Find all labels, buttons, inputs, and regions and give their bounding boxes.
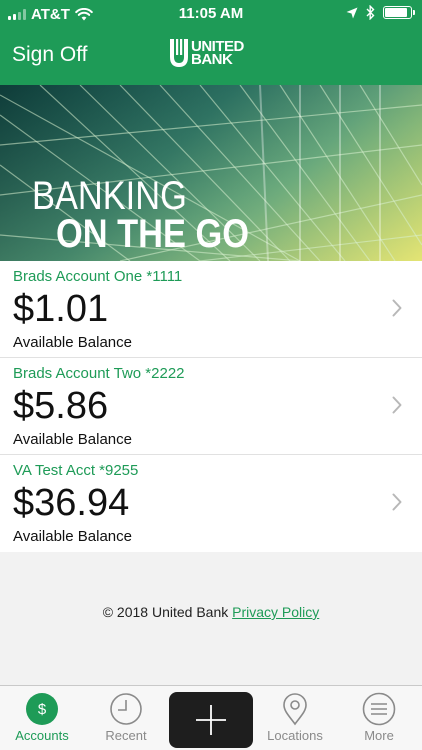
clock-icon: [110, 693, 142, 725]
account-row[interactable]: Brads Account Two *2222 $5.86 Available …: [0, 358, 422, 455]
account-name: Brads Account One *1111: [13, 268, 183, 285]
brand-wordmark: UNITED BANK: [191, 39, 244, 67]
tab-label: Recent: [105, 728, 147, 743]
account-row[interactable]: Brads Account One *1111 $1.01 Available …: [0, 261, 422, 358]
account-balance: $36.94: [13, 482, 130, 524]
chevron-right-icon: [392, 396, 402, 414]
navigation-bar: Sign Off UNITED BANK: [0, 30, 422, 85]
account-row[interactable]: VA Test Acct *9255 $36.94 Available Bala…: [0, 455, 422, 552]
dollar-coin-icon: $: [26, 693, 58, 725]
balance-label: Available Balance: [13, 431, 132, 448]
tab-more[interactable]: More: [337, 686, 421, 750]
hero-title: BANKING ON THE GO: [32, 174, 280, 256]
tab-accounts[interactable]: $ Accounts: [0, 686, 84, 750]
united-bank-logo: UNITED BANK: [170, 39, 244, 67]
hero-title-line-1: BANKING: [32, 174, 187, 218]
footer: © 2018 United Bank Privacy Policy: [0, 604, 422, 620]
menu-icon: [362, 692, 396, 726]
tab-recent[interactable]: Recent: [84, 686, 168, 750]
account-balance: $5.86: [13, 385, 109, 427]
status-right: [346, 5, 415, 20]
bluetooth-icon: [366, 5, 375, 20]
sign-off-button[interactable]: Sign Off: [12, 43, 88, 67]
united-bank-logo-mark: [170, 39, 188, 67]
add-button[interactable]: [169, 692, 253, 748]
status-bar: AT&T 11:05 AM: [0, 0, 422, 30]
svg-text:$: $: [38, 701, 47, 718]
chevron-right-icon: [392, 299, 402, 317]
tab-locations[interactable]: Locations: [253, 686, 337, 750]
tab-label: Locations: [267, 728, 323, 743]
location-pin-icon: [283, 693, 307, 726]
account-balance: $1.01: [13, 288, 109, 330]
tab-label: Accounts: [15, 728, 69, 743]
balance-label: Available Balance: [13, 528, 132, 545]
hero-title-line-2: ON THE GO: [56, 212, 250, 256]
copyright-text: © 2018 United Bank: [102, 604, 229, 620]
chevron-right-icon: [392, 493, 402, 511]
privacy-policy-link[interactable]: Privacy Policy: [232, 604, 319, 620]
accounts-list: Brads Account One *1111 $1.01 Available …: [0, 261, 422, 552]
account-name: VA Test Acct *9255: [13, 462, 139, 479]
balance-label: Available Balance: [13, 334, 132, 351]
plus-icon: [196, 705, 226, 735]
tab-label: More: [364, 728, 394, 743]
location-arrow-icon: [346, 7, 358, 18]
hero-banner: BANKING ON THE GO: [0, 85, 422, 261]
tab-bar: $ Accounts Recent Locations More: [0, 685, 422, 750]
account-name: Brads Account Two *2222: [13, 365, 185, 382]
battery-icon: [383, 6, 415, 19]
